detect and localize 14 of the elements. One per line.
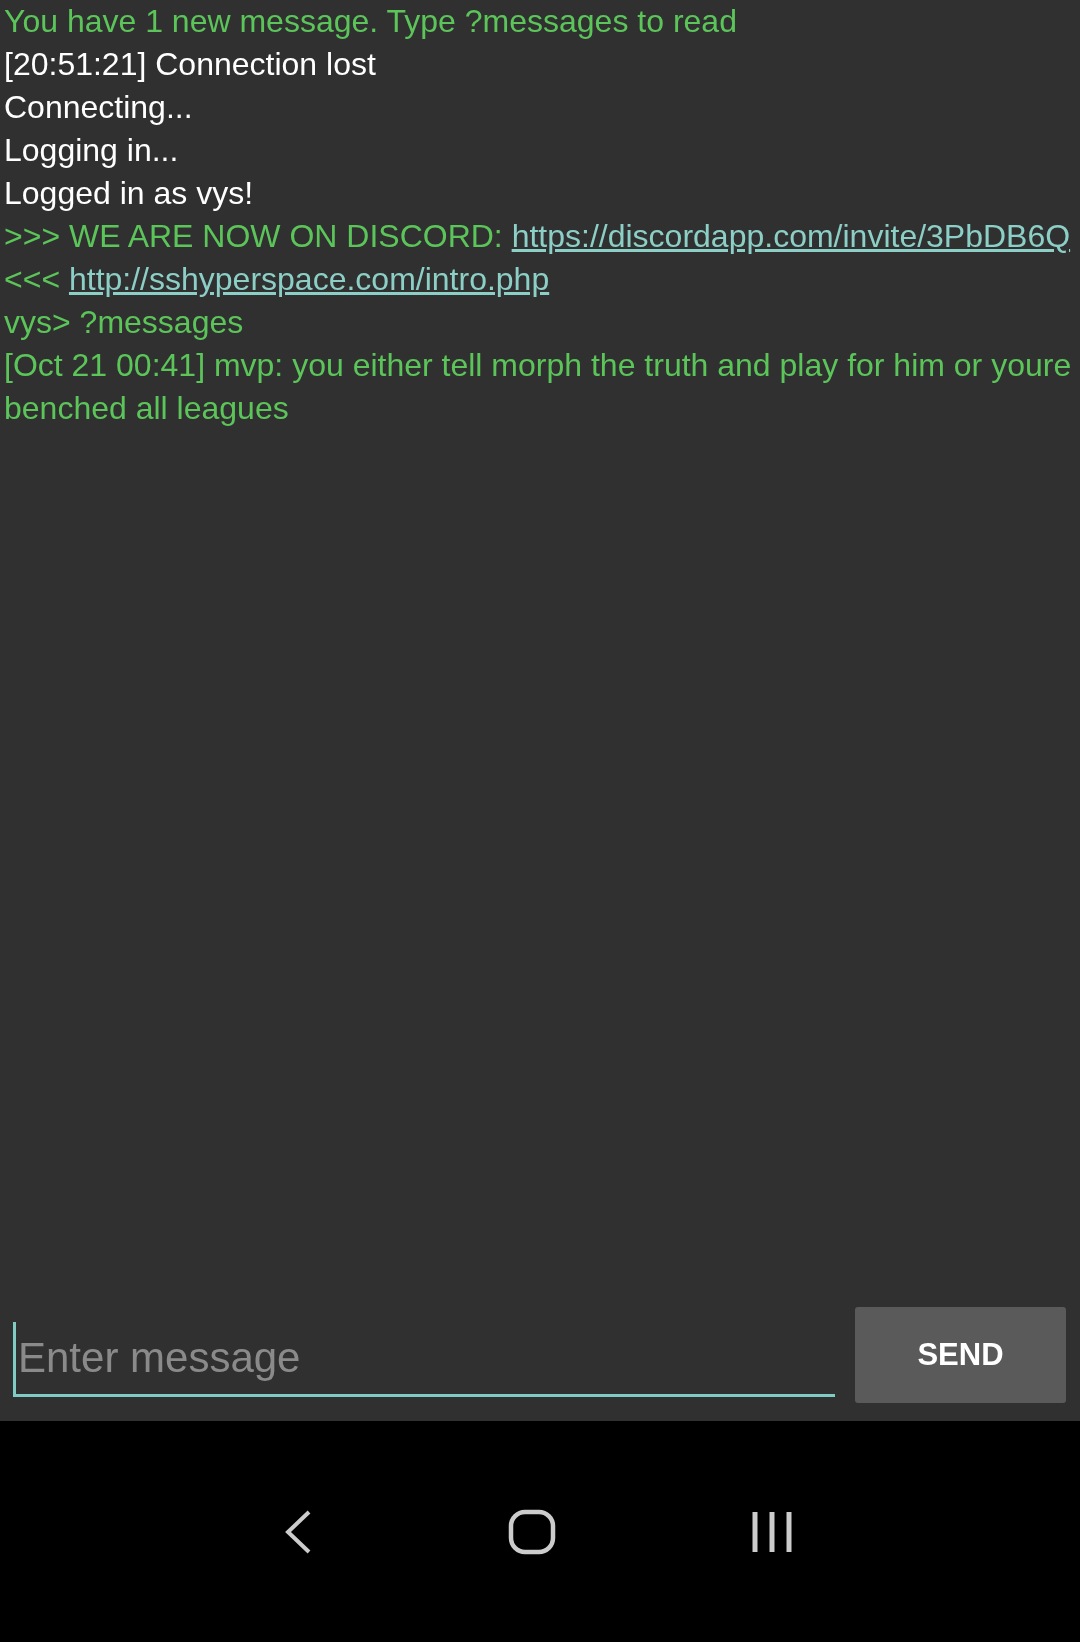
log-line: Logged in as vys!	[4, 174, 255, 213]
log-line: >>> WE ARE NOW ON DISCORD: https://discordapp.com/invite/3PbDB6Q <<< http://sshyperspace.com/intro.php	[4, 217, 1072, 299]
log-line: Logging in...	[4, 131, 180, 170]
send-button[interactable]: SEND	[855, 1307, 1066, 1403]
log-line: You have 1 new message. Type ?messages to read	[4, 2, 738, 41]
home-icon[interactable]	[508, 1508, 556, 1555]
log-line: Connecting...	[4, 88, 194, 127]
log-line: [Oct 21 00:41] mvp: you either tell morph the truth and play for him or youre benched all leagues	[4, 346, 1073, 428]
log-line: [20:51:21] Connection lost	[4, 45, 377, 84]
log-line: vys> ?messages	[4, 303, 245, 342]
link[interactable]: http://sshyperspace.com/intro.php	[68, 261, 550, 297]
recent-apps-icon[interactable]	[750, 1509, 793, 1554]
message-input-field[interactable]: Enter message	[13, 1321, 835, 1397]
link[interactable]: https://discordapp.com/invite/3PbDB6Q	[511, 218, 1071, 254]
